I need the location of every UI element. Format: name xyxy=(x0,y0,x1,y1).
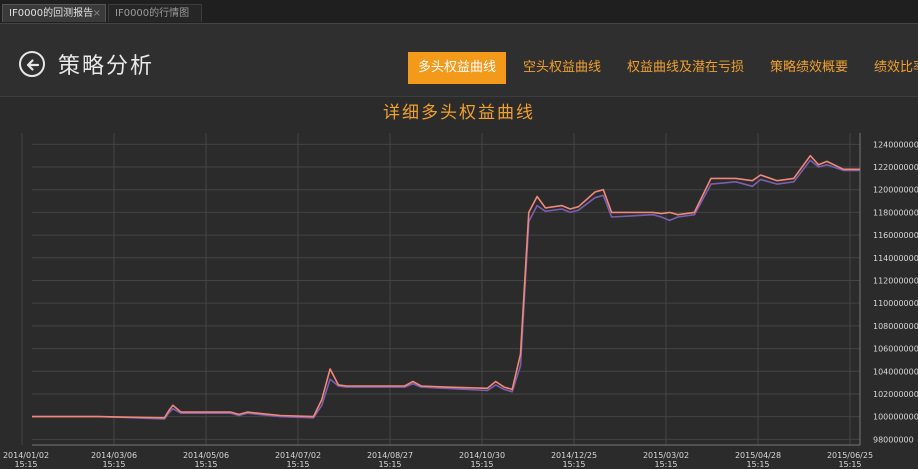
y-tick-label: 106000000 xyxy=(873,345,918,354)
x-tick-label-date: 2014/01/02 xyxy=(3,451,49,460)
equity-chart: 124000000 122000000 120000000 118000000 1160… xyxy=(3,133,918,469)
x-tick-label-time: 15:15 xyxy=(194,460,217,469)
y-tick-label: 112000000 xyxy=(873,276,918,285)
x-tick-label-date: 2015/04/28 xyxy=(735,451,781,460)
x-tick-label-date: 2014/10/30 xyxy=(459,451,505,460)
y-tick-labels: 124000000 122000000 120000000 118000000 1160… xyxy=(873,140,918,444)
tab-performance-ratios[interactable]: 绩效比率 xyxy=(864,52,918,84)
doc-tab-label: IF0000的回测报告 xyxy=(9,8,94,19)
x-tick-label-date: 2014/07/02 xyxy=(275,451,321,460)
back-button[interactable] xyxy=(19,51,45,77)
x-tick-label-time: 15:15 xyxy=(470,460,493,469)
doc-tab-backtest-report[interactable]: IF0000的回测报告 × xyxy=(2,4,106,22)
doc-tab-quote-chart[interactable]: IF0000的行情图 xyxy=(108,4,202,22)
tab-performance-summary[interactable]: 策略绩效概要 xyxy=(760,52,858,84)
page-title: 策略分析 xyxy=(58,54,155,79)
y-tick-label: 116000000 xyxy=(873,231,918,240)
y-tick-label: 108000000 xyxy=(873,322,918,331)
x-tick-label-time: 15:15 xyxy=(378,460,401,469)
x-tick-label-time: 15:15 xyxy=(654,460,677,469)
x-tick-label-date: 2014/08/27 xyxy=(367,451,413,460)
x-tick-label-time: 15:15 xyxy=(286,460,309,469)
chart-title: 详细多头权益曲线 xyxy=(383,103,535,123)
series-layer xyxy=(32,154,860,420)
analysis-header: 策略分析 多头权益曲线 空头权益曲线 权益曲线及潜在亏损 策略绩效概要 绩效比率 xyxy=(0,24,918,97)
y-tick-label: 118000000 xyxy=(873,208,918,217)
x-tick-label-time: 15:15 xyxy=(14,460,37,469)
tab-equity-curve-potential-loss[interactable]: 权益曲线及潜在亏损 xyxy=(617,52,754,84)
x-tick-labels: 2014/01/0215:152014/03/0615:152014/05/06… xyxy=(3,451,873,469)
x-tick-label-time: 15:15 xyxy=(746,460,769,469)
series-line xyxy=(32,159,860,420)
doc-tab-label: IF0000的行情图 xyxy=(115,8,190,19)
x-tick-label-time: 15:15 xyxy=(102,460,125,469)
y-tick-label: 124000000 xyxy=(873,140,918,149)
y-tick-label: 104000000 xyxy=(873,367,918,376)
series-line xyxy=(32,154,860,419)
close-icon[interactable]: × xyxy=(93,5,101,23)
arrow-left-icon xyxy=(26,59,40,71)
y-tick-label: 120000000 xyxy=(873,186,918,195)
x-tick-label-date: 2014/12/25 xyxy=(551,451,597,460)
y-tick-label: 100000000 xyxy=(873,413,918,422)
tab-long-equity-curve[interactable]: 多头权益曲线 xyxy=(408,52,507,84)
x-tick-label-time: 15:15 xyxy=(562,460,585,469)
y-tick-label: 110000000 xyxy=(873,299,918,308)
y-tick-label: 102000000 xyxy=(873,390,918,399)
chart-grid xyxy=(21,133,860,445)
y-tick-label: 114000000 xyxy=(873,254,918,263)
y-tick-label: 98000000 xyxy=(873,435,914,444)
x-tick-label-date: 2014/05/06 xyxy=(183,451,229,460)
x-tick-label-date: 2015/03/02 xyxy=(643,451,689,460)
tab-short-equity-curve[interactable]: 空头权益曲线 xyxy=(513,52,611,84)
x-tick-label-date: 2014/03/06 xyxy=(91,451,137,460)
y-tick-label: 122000000 xyxy=(873,163,918,172)
document-tab-bar: IF0000的回测报告 × IF0000的行情图 xyxy=(0,0,918,24)
x-tick-label-time: 15:15 xyxy=(838,460,861,469)
x-tick-label-date: 2015/06/25 xyxy=(827,451,873,460)
